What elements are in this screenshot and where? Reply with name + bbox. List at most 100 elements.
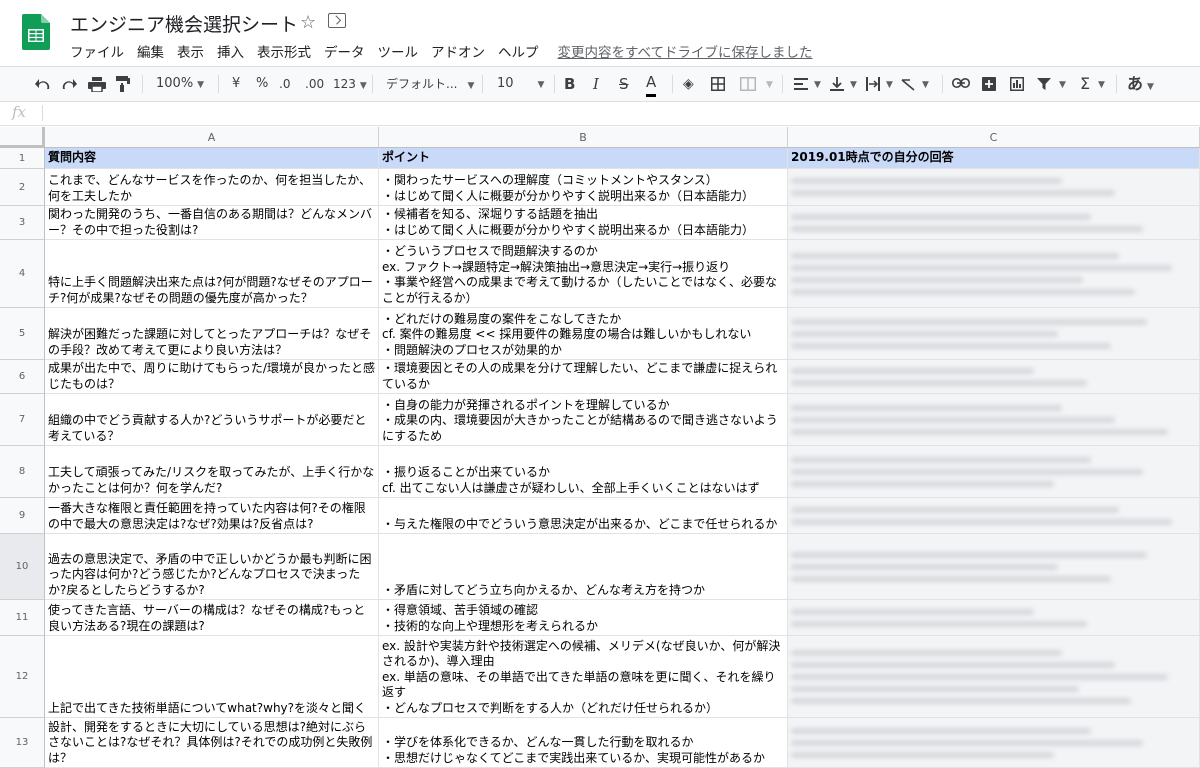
filter-icon[interactable] [1037, 77, 1051, 91]
table-cell-c[interactable] [788, 360, 1200, 394]
row-header[interactable]: 6 [0, 360, 45, 394]
redo-icon[interactable] [60, 77, 78, 91]
table-cell-c[interactable] [788, 394, 1200, 446]
menu-insert[interactable]: 挿入 [217, 45, 244, 61]
header-cell-a[interactable]: 質問内容 [45, 148, 379, 169]
table-cell-b[interactable]: ・環境要因とその人の成果を分けて理解したい、どこまで謙虚に捉えられているか [379, 360, 788, 394]
text-rotation-icon[interactable] [901, 77, 917, 91]
functions-dropdown[interactable]: ▼ [1094, 67, 1105, 101]
row-header[interactable]: 2 [0, 169, 45, 206]
table-cell-b[interactable]: ex. 設計や実装方針や技術選定への候補、メリデメ(なぜ良いか、何が解決されるか… [379, 636, 788, 718]
font-select[interactable]: デフォルト... ▼ [386, 67, 474, 101]
table-cell-a[interactable]: 過去の意思決定で、矛盾の中で正しいかどうか最も判断に困った内容は何か?どう感じた… [45, 534, 379, 600]
table-cell-a[interactable]: 設計、開発をするときに大切にしている思想は?絶対にぶらさないことは?なぜそれ？具… [45, 718, 379, 768]
table-cell-b[interactable]: ・得意領域、苦手領域の確認 ・技術的な向上や理想形を考えられるか [379, 600, 788, 636]
text-color-button[interactable]: A [646, 67, 657, 97]
menu-file[interactable]: ファイル [70, 45, 124, 61]
text-rotation-dropdown[interactable]: ▼ [918, 67, 929, 101]
table-cell-a[interactable]: 特に上手く問題解決出来た点は?何が問題?なぜそのアプローチ?何が成果?なぜその問… [45, 240, 379, 308]
table-cell-b[interactable]: ・矛盾に対してどう立ち向かえるか、どんな考え方を持つか [379, 534, 788, 600]
table-cell-a[interactable]: これまで、どんなサービスを作ったのか、何を担当したか、何を工夫したか [45, 169, 379, 206]
row-header[interactable]: 7 [0, 394, 45, 446]
table-cell-b[interactable]: ・与えた権限の中でどういう意思決定が出来るか、どこまで任せられるか [379, 498, 788, 534]
row-header[interactable]: 13 [0, 718, 45, 768]
functions-icon[interactable]: Σ [1080, 67, 1090, 101]
bold-button[interactable]: B [564, 67, 575, 101]
column-header-b[interactable]: B [379, 127, 788, 148]
row-header[interactable]: 11 [0, 600, 45, 636]
star-icon[interactable]: ☆ [300, 12, 316, 33]
borders-icon[interactable] [711, 77, 725, 91]
table-cell-a[interactable]: 上記で出てきた技術単語についてwhat?why?を淡々と聞く [45, 636, 379, 718]
table-cell-c[interactable] [788, 498, 1200, 534]
italic-button[interactable]: I [593, 67, 599, 101]
align-left-icon[interactable] [794, 78, 808, 90]
sheets-logo-icon[interactable] [22, 14, 50, 50]
table-cell-a[interactable]: 解決が困難だった課題に対してとったアプローチは？なぜその手段？改めて考えて更によ… [45, 308, 379, 360]
table-cell-c[interactable] [788, 206, 1200, 240]
document-title[interactable]: エンジニア機会選択シート [70, 10, 298, 37]
decrease-decimal-button[interactable]: .0 [279, 67, 290, 101]
table-cell-b[interactable]: ・どういうプロセスで問題解決するのか ex. ファクト→課題特定→解決策抽出→意… [379, 240, 788, 308]
table-cell-c[interactable] [788, 446, 1200, 498]
text-wrap-dropdown[interactable]: ▼ [882, 67, 893, 101]
header-cell-b[interactable]: ポイント [379, 148, 788, 169]
text-wrap-icon[interactable] [866, 77, 880, 91]
table-cell-c[interactable] [788, 534, 1200, 600]
table-cell-b[interactable]: ・学びを体系化できるか、どんな一貫した行動を取れるか ・思想だけじゃなくてどこま… [379, 718, 788, 768]
merge-dropdown[interactable]: ▼ [762, 67, 773, 101]
insert-link-icon[interactable] [952, 78, 970, 88]
row-header[interactable]: 12 [0, 636, 45, 718]
strikethrough-button[interactable]: S [619, 67, 629, 101]
table-cell-b[interactable]: ・自身の能力が発揮されるポイントを理解しているか ・成果の内、環境要因が大きかっ… [379, 394, 788, 446]
table-cell-a[interactable]: 使ってきた言語、サーバーの構成は？なぜその構成?もっと良い方法ある?現在の課題は… [45, 600, 379, 636]
header-cell-c[interactable]: 2019.01時点での自分の回答 [788, 148, 1200, 169]
table-cell-c[interactable] [788, 600, 1200, 636]
input-tools-button[interactable]: あ ▼ [1127, 67, 1154, 101]
undo-icon[interactable] [34, 77, 52, 91]
table-cell-a[interactable]: 一番大きな権限と責任範囲を持っていた内容は何?その権限の中で最大の意思決定は?な… [45, 498, 379, 534]
currency-button[interactable]: ¥ [232, 67, 240, 101]
menu-view[interactable]: 表示 [177, 45, 204, 61]
zoom-select[interactable]: 100% ▼ [156, 67, 204, 101]
row-header[interactable]: 5 [0, 308, 45, 360]
row-header[interactable]: 9 [0, 498, 45, 534]
table-cell-b[interactable]: ・どれだけの難易度の案件をこなしてきたか cf. 案件の難易度 << 採用要件の… [379, 308, 788, 360]
row-header[interactable]: 3 [0, 206, 45, 240]
vertical-align-icon[interactable] [830, 77, 844, 91]
table-cell-a[interactable]: 組織の中でどう貢献する人か?どういうサポートが必要だと考えている？ [45, 394, 379, 446]
row-header[interactable]: 4 [0, 240, 45, 308]
menu-format[interactable]: 表示形式 [257, 45, 311, 61]
fill-color-icon[interactable]: ◈ [683, 67, 694, 101]
table-cell-c[interactable] [788, 240, 1200, 308]
table-cell-c[interactable] [788, 169, 1200, 206]
menu-help[interactable]: ヘルプ [498, 45, 539, 61]
menu-tools[interactable]: ツール [378, 45, 419, 61]
menu-addons[interactable]: アドオン [431, 45, 485, 61]
save-status[interactable]: 変更内容をすべてドライブに保存しました [558, 45, 813, 61]
row-header[interactable]: 8 [0, 446, 45, 498]
paint-format-icon[interactable] [116, 76, 130, 92]
insert-comment-icon[interactable] [982, 77, 996, 91]
column-header-a[interactable]: A [45, 127, 379, 148]
column-header-c[interactable]: C [788, 127, 1200, 148]
table-cell-a[interactable]: 関わった開発のうち、一番自信のある期間は？どんなメンバー？その中で担った役割は? [45, 206, 379, 240]
move-folder-icon[interactable] [328, 13, 346, 28]
print-icon[interactable] [88, 77, 106, 92]
select-all-corner[interactable] [0, 127, 45, 148]
insert-chart-icon[interactable] [1010, 77, 1024, 91]
row-header[interactable]: 10 [0, 534, 45, 600]
align-dropdown[interactable]: ▼ [810, 67, 821, 101]
table-cell-a[interactable]: 工夫して頑張ってみた/リスクを取ってみたが、上手く行かなかったことは何か？何を学… [45, 446, 379, 498]
menu-data[interactable]: データ [324, 45, 365, 61]
font-size-select[interactable]: 10 ▼ [497, 67, 544, 101]
filter-dropdown[interactable]: ▼ [1055, 67, 1066, 101]
menu-edit[interactable]: 編集 [137, 45, 164, 61]
row-header[interactable]: 1 [0, 148, 45, 169]
table-cell-c[interactable] [788, 718, 1200, 768]
percent-button[interactable]: % [256, 67, 268, 101]
table-cell-b[interactable]: ・振り返ることが出来ているか cf. 出てこない人は謙虚さが疑わしい、全部上手く… [379, 446, 788, 498]
increase-decimal-button[interactable]: .00 [305, 67, 324, 101]
more-formats-button[interactable]: 123 ▼ [333, 67, 367, 101]
merge-cells-icon[interactable] [740, 77, 756, 91]
